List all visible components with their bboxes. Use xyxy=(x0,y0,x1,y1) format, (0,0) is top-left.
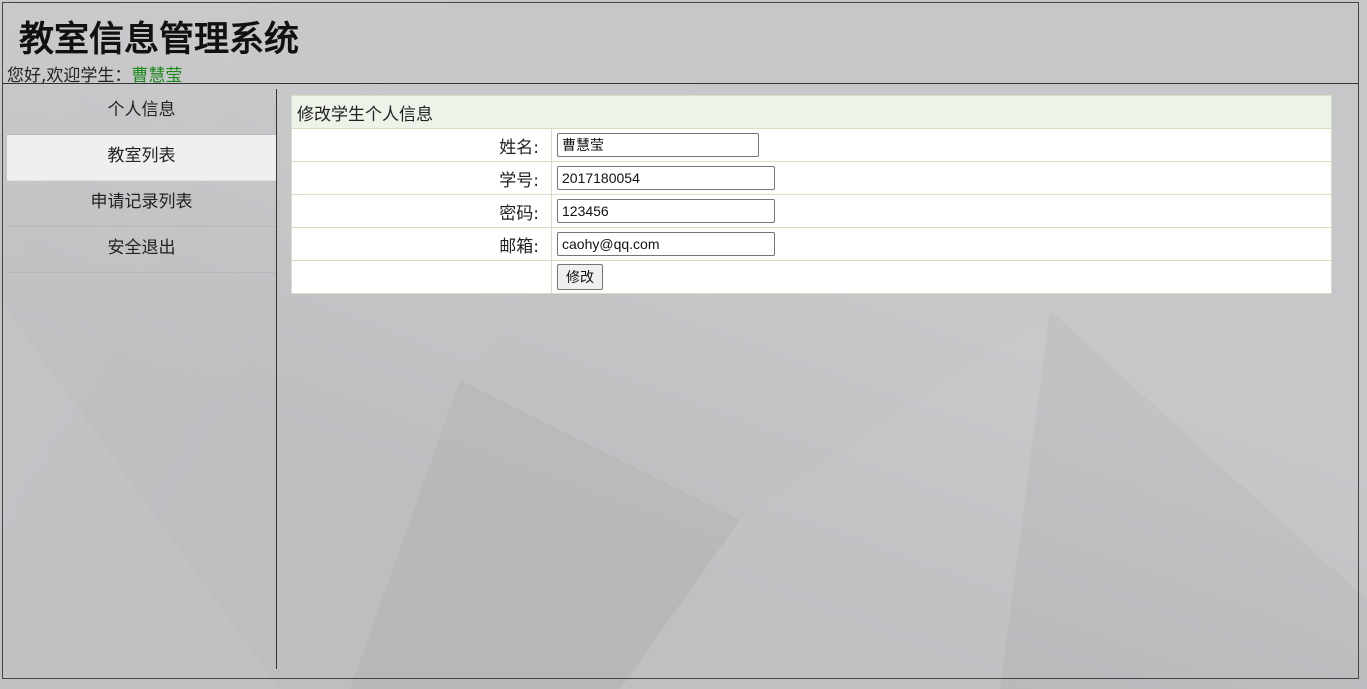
user-name: 曹慧莹 xyxy=(131,66,183,86)
main-content: 修改学生个人信息 姓名: 学号: 密码: 邮箱: 修改 xyxy=(291,95,1332,294)
page-frame: 教室信息管理系统 您好,欢迎学生：曹慧莹 个人信息 教室列表 申请记录列表 安全… xyxy=(2,2,1359,679)
form-row-submit: 修改 xyxy=(291,260,1332,294)
submit-button[interactable]: 修改 xyxy=(557,264,603,290)
password-input[interactable] xyxy=(557,199,775,223)
student-id-input[interactable] xyxy=(557,166,775,190)
name-input[interactable] xyxy=(557,133,759,157)
name-label: 姓名: xyxy=(291,128,552,162)
site-title: 教室信息管理系统 xyxy=(19,20,300,60)
email-input[interactable] xyxy=(557,232,775,256)
email-label: 邮箱: xyxy=(291,227,552,261)
sidebar-item-classroom-list[interactable]: 教室列表 xyxy=(7,135,276,181)
welcome-message: 您好,欢迎学生：曹慧莹 xyxy=(7,61,182,86)
form-row-password: 密码: xyxy=(291,194,1332,228)
form-row-student-id: 学号: xyxy=(291,161,1332,195)
welcome-prefix: 您好,欢迎学生： xyxy=(7,66,132,86)
sidebar-item-application-records[interactable]: 申请记录列表 xyxy=(7,181,276,227)
sidebar-item-personal-info[interactable]: 个人信息 xyxy=(7,89,276,135)
sidebar-item-logout[interactable]: 安全退出 xyxy=(7,227,276,273)
edit-student-form: 修改学生个人信息 姓名: 学号: 密码: 邮箱: 修改 xyxy=(291,95,1332,294)
form-row-name: 姓名: xyxy=(291,128,1332,162)
form-row-email: 邮箱: xyxy=(291,227,1332,261)
sidebar: 个人信息 教室列表 申请记录列表 安全退出 xyxy=(7,89,277,669)
student-id-label: 学号: xyxy=(291,161,552,195)
form-caption: 修改学生个人信息 xyxy=(291,95,1332,129)
form-caption-row: 修改学生个人信息 xyxy=(291,95,1332,129)
password-label: 密码: xyxy=(291,194,552,228)
header: 教室信息管理系统 您好,欢迎学生：曹慧莹 xyxy=(3,3,1358,86)
